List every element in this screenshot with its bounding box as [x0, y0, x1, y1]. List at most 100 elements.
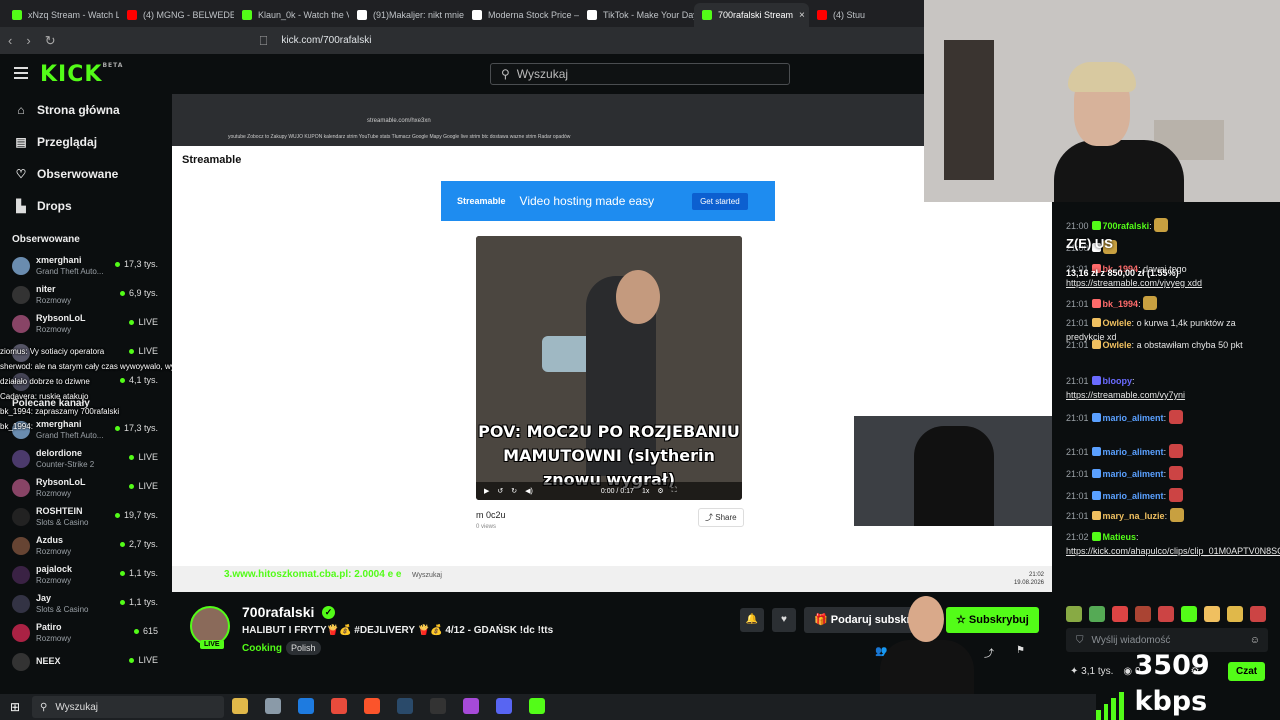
chat-username[interactable]: bloopy: [1103, 376, 1133, 386]
kick-logo[interactable]: KICKBETA: [40, 62, 123, 87]
screen: xNzq Stream - Watch Live(4) MGNG - BELWE…: [0, 0, 1280, 720]
channel-item[interactable]: ROSHTEIN Slots & Casino 19,7 tys.: [0, 502, 172, 531]
back-icon[interactable]: ‹: [8, 33, 12, 48]
emote-icon: [1168, 488, 1183, 502]
folder-icon[interactable]: [232, 698, 248, 714]
browser-tab[interactable]: xNzq Stream - Watch Live: [4, 3, 119, 27]
brave-icon[interactable]: [364, 698, 380, 714]
chat-username[interactable]: mario_aliment: [1103, 413, 1164, 423]
channel-item[interactable]: NEEX LIVE: [0, 647, 172, 676]
channel-item[interactable]: niter Rozmowy 6,9 tys.: [0, 280, 172, 309]
viewer-count: 19,7 tys.: [115, 510, 158, 520]
app-icon[interactable]: [265, 698, 281, 714]
channel-item[interactable]: pajalock Rozmowy 1,1 tys.: [0, 560, 172, 589]
url-bar[interactable]: kick.com/700rafalski: [281, 35, 371, 46]
channel-category: Counter-Strike 2: [36, 459, 95, 469]
menu-icon[interactable]: [14, 67, 28, 79]
volume-icon[interactable]: ◀): [525, 487, 533, 495]
rewind-icon[interactable]: ↺: [497, 487, 503, 495]
clip-controls[interactable]: ▶ ↺ ↻ ◀) 0:00 / 0:17 1x ⚙ ⛶: [476, 482, 742, 500]
points-icon[interactable]: ✦ 3,1 tys.: [1070, 666, 1113, 677]
chat-message: 21:01 Owlele: a obstawiłam chyba 50 pkt: [1066, 340, 1243, 350]
browser-tab[interactable]: 700rafalski Stream ×: [694, 3, 809, 27]
clip-player[interactable]: POV: MOC2U PO ROZJEBANIU MAMUTOWNI (slyt…: [476, 236, 742, 500]
channel-item[interactable]: RybsonLoL Rozmowy LIVE: [0, 309, 172, 338]
discord-icon[interactable]: [496, 698, 512, 714]
settings-icon[interactable]: ⚙: [657, 487, 663, 495]
chat-username[interactable]: mary_na_luzie: [1103, 511, 1165, 521]
language-tag[interactable]: Polish: [286, 641, 321, 655]
streamable-banner: Streamable Video hosting made easy Get s…: [441, 181, 775, 221]
chat-message: 21:01 mario_aliment:: [1066, 410, 1276, 425]
channel-item[interactable]: LIVE: [0, 338, 172, 367]
chrome-icon[interactable]: [331, 698, 347, 714]
chat-username[interactable]: 700rafalski: [1103, 221, 1150, 231]
browser-tab[interactable]: Moderna Stock Price — M: [464, 3, 579, 27]
windows-start-icon[interactable]: ⊞: [10, 700, 20, 714]
channel-item[interactable]: delordione Counter-Strike 2 LIVE: [0, 444, 172, 473]
share-button[interactable]: ⤴ Share: [698, 508, 744, 527]
channel-item[interactable]: Patiro Rozmowy 615: [0, 618, 172, 647]
speed-button[interactable]: 1x: [642, 488, 649, 495]
emote-icon[interactable]: [1135, 606, 1151, 622]
channel-item[interactable]: 4,1 tys.: [0, 367, 172, 396]
fullscreen-icon[interactable]: ⛶: [672, 487, 677, 495]
video-player[interactable]: streamable.com/hxe3xn youtube Zobocz to …: [172, 94, 1052, 592]
browser-tab[interactable]: (91)Makaljer: nikt mnie n: [349, 3, 464, 27]
edge-icon[interactable]: [298, 698, 314, 714]
search-input[interactable]: ⚲ Wyszukaj: [490, 63, 790, 85]
close-icon[interactable]: ×: [799, 10, 805, 21]
get-started-button[interactable]: Get started: [692, 192, 748, 210]
chat-username[interactable]: Owlele: [1103, 318, 1132, 328]
play-icon[interactable]: ▶: [484, 487, 489, 495]
channel-item[interactable]: xmerghani Grand Theft Auto... 17,3 tys.: [0, 415, 172, 444]
more-icon[interactable]: ⚑: [1016, 645, 1025, 656]
chat-link[interactable]: https://streamable.com/vy7yni: [1066, 390, 1185, 400]
obs-icon[interactable]: [430, 698, 446, 714]
chat-username[interactable]: bk_1994: [1103, 299, 1139, 309]
sidebar-nav-item[interactable]: ▤ Przeglądaj: [0, 126, 172, 158]
chat-link[interactable]: https://kick.com/ahapulco/clips/clip_01M…: [1066, 546, 1280, 556]
reload-icon[interactable]: ↻: [45, 33, 56, 49]
emote-icon[interactable]: [1089, 606, 1105, 622]
chat-username[interactable]: mario_aliment: [1103, 491, 1164, 501]
emote-icon[interactable]: [1181, 606, 1197, 622]
category-link[interactable]: Cooking: [242, 643, 282, 654]
chat-username[interactable]: Matieus: [1103, 532, 1137, 542]
channel-item[interactable]: xmerghani Grand Theft Auto... 17,3 tys.: [0, 251, 172, 280]
bell-icon[interactable]: 🔔: [740, 608, 764, 632]
sidebar-nav-item[interactable]: ▙ Drops: [0, 190, 172, 222]
forward-icon[interactable]: ›: [26, 33, 30, 48]
bookmark-icon[interactable]: ⎕: [260, 33, 268, 49]
browser-tab[interactable]: (4) MGNG - BELWEDER (c: [119, 3, 234, 27]
channel-item[interactable]: Jay Slots & Casino 1,1 tys.: [0, 589, 172, 618]
chat-username[interactable]: mario_aliment: [1103, 447, 1164, 457]
sidebar-nav-item[interactable]: ⌂ Strona główna: [0, 94, 172, 126]
taskbar-search[interactable]: ⚲ Wyszukaj: [32, 696, 224, 718]
emote-icon[interactable]: [1066, 606, 1082, 622]
emote-icon[interactable]: [1158, 606, 1174, 622]
kick-icon[interactable]: [529, 698, 545, 714]
chat-username[interactable]: Owlele: [1103, 340, 1132, 350]
heart-icon[interactable]: ♥: [772, 608, 796, 632]
emoji-icon[interactable]: ☺: [1250, 635, 1260, 646]
emote-icon[interactable]: [1227, 606, 1243, 622]
browser-tab[interactable]: Klaun_0k - Watch the VOD: [234, 3, 349, 27]
emote-icon[interactable]: [1204, 606, 1220, 622]
emote-icon[interactable]: [1250, 606, 1266, 622]
channel-name[interactable]: 700rafalski: [242, 604, 314, 620]
browser-tab[interactable]: (4) Stuu: [809, 3, 924, 27]
channel-item[interactable]: Azdus Rozmowy 2,7 tys.: [0, 531, 172, 560]
browser-tab[interactable]: TikTok - Make Your Day: [579, 3, 694, 27]
chat-link[interactable]: https://streamable.com/vjvyeg xdd: [1066, 278, 1202, 288]
recommended-heading: Polecane kanały: [12, 398, 90, 409]
chat-username[interactable]: mario_aliment: [1103, 469, 1164, 479]
forward-icon[interactable]: ↻: [511, 487, 517, 495]
app-icon[interactable]: [463, 698, 479, 714]
sidebar-nav-item[interactable]: ♡ Obserwowane: [0, 158, 172, 190]
steam-icon[interactable]: [397, 698, 413, 714]
emote-icon[interactable]: [1112, 606, 1128, 622]
share-icon[interactable]: ⤴: [984, 645, 994, 660]
windows-taskbar: ⊞ ⚲ Wyszukaj: [0, 694, 1096, 720]
channel-item[interactable]: RybsonLoL Rozmowy LIVE: [0, 473, 172, 502]
